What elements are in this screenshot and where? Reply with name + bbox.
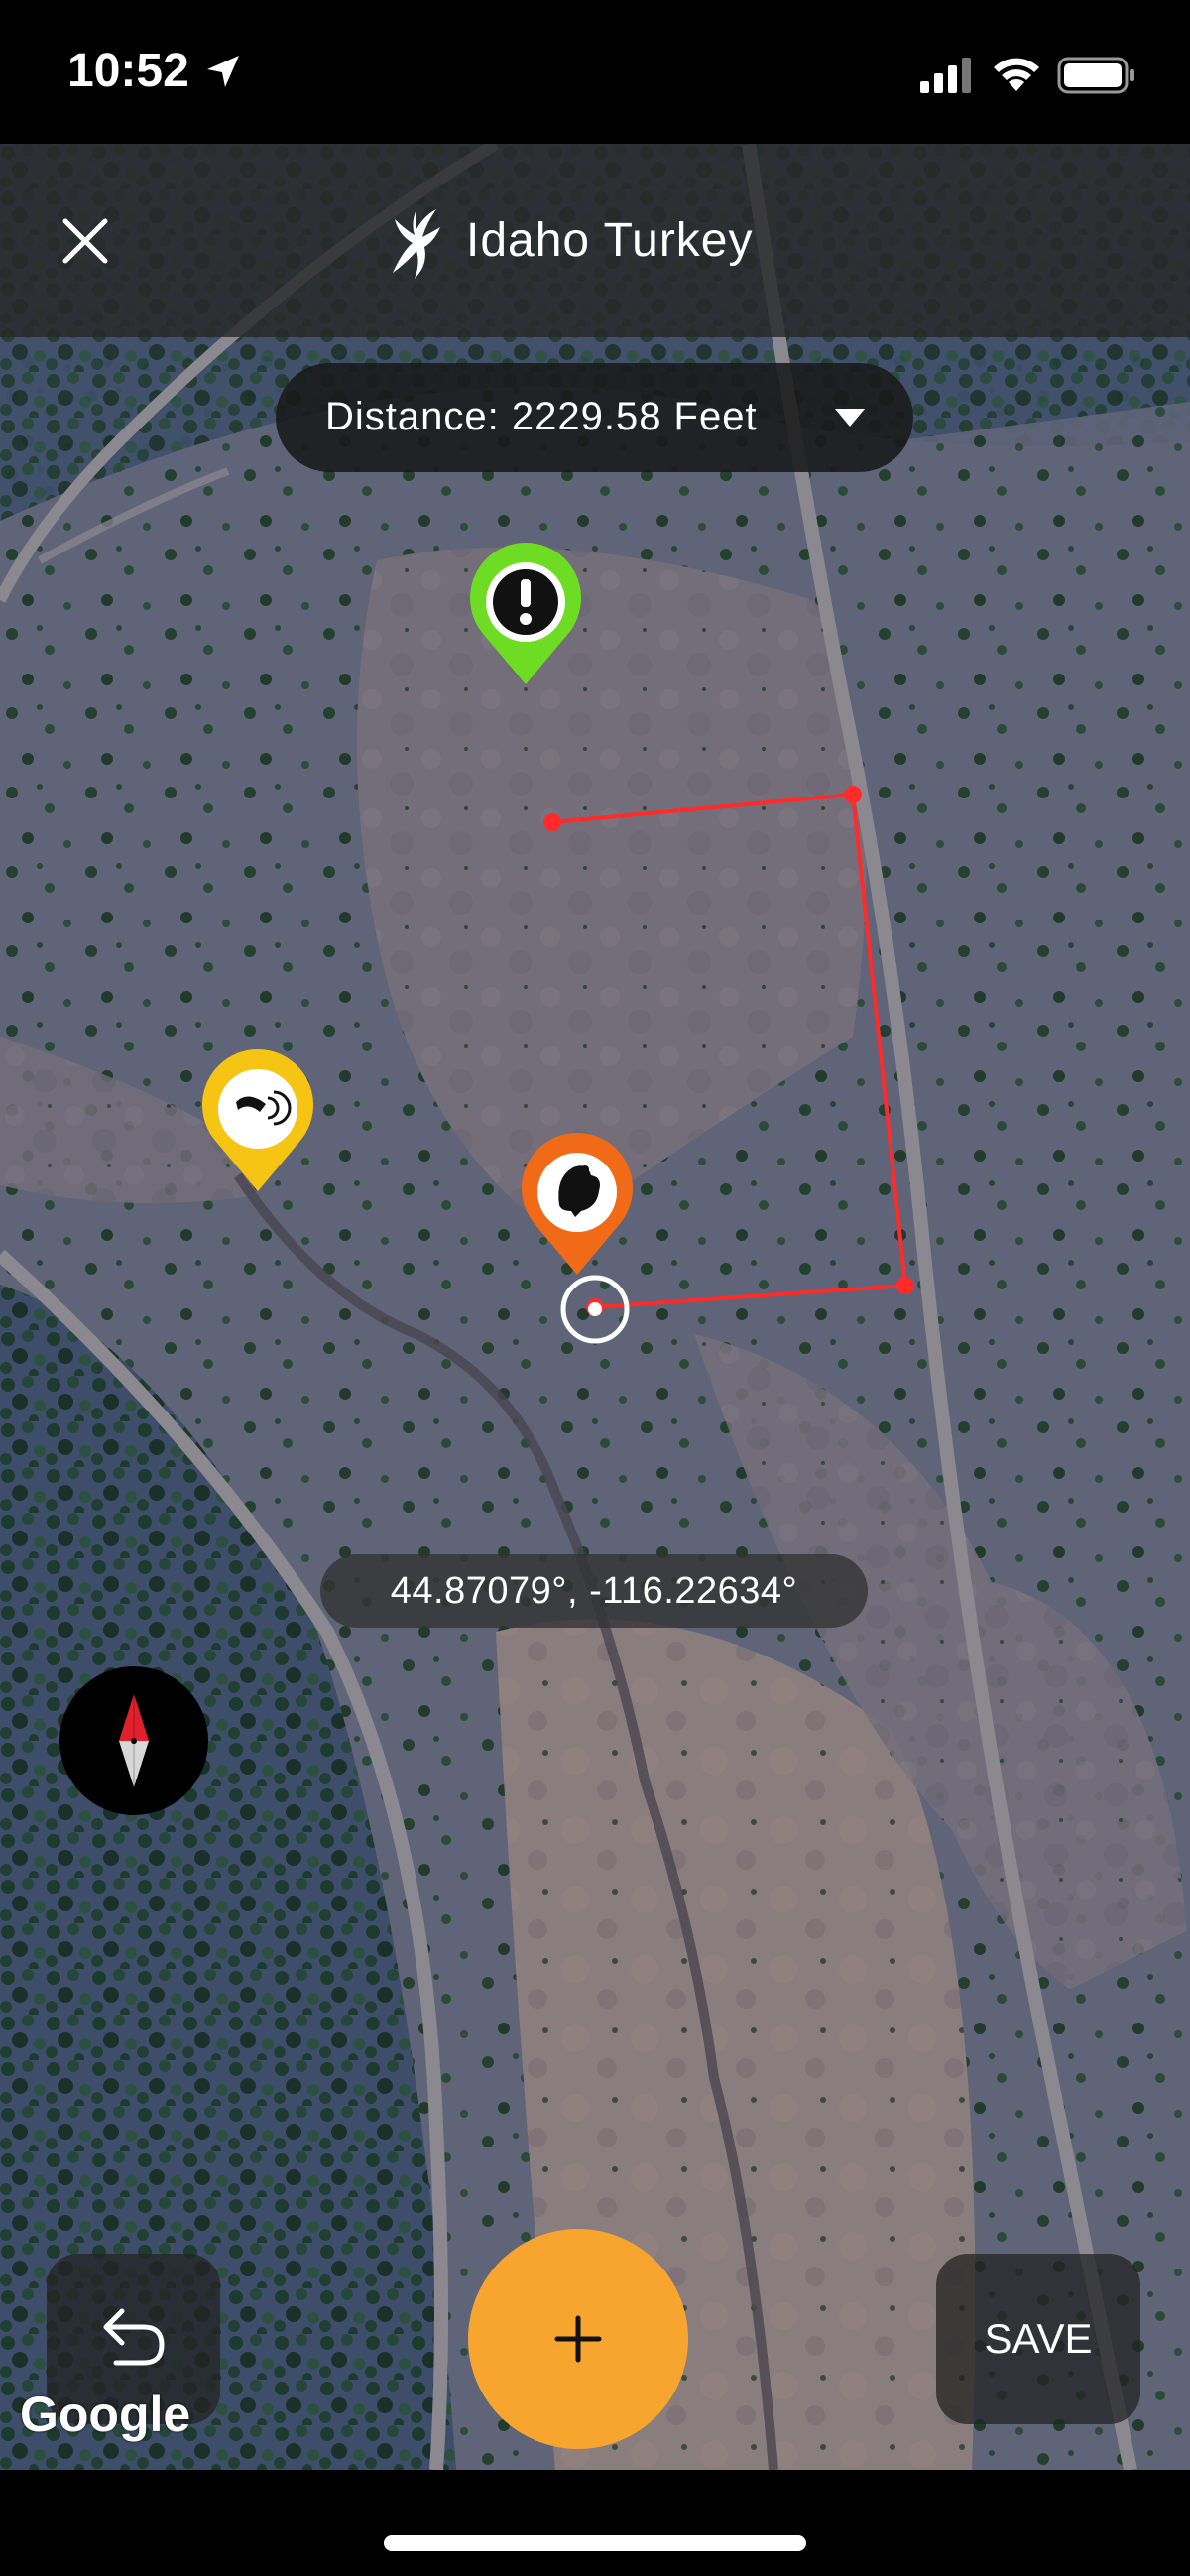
distance-label: Distance: 2229.58 Feet bbox=[325, 395, 758, 438]
compass-button[interactable] bbox=[60, 1666, 208, 1815]
chevron-down-icon bbox=[835, 409, 865, 427]
google-attribution: Google bbox=[20, 2387, 191, 2442]
location-arrow-icon bbox=[207, 56, 239, 87]
satellite-map[interactable] bbox=[0, 144, 1190, 2470]
status-time: 10:52 bbox=[67, 45, 189, 97]
close-button[interactable] bbox=[50, 205, 121, 277]
compass-icon bbox=[119, 1694, 149, 1787]
save-button[interactable]: SAVE bbox=[936, 2254, 1140, 2424]
bottom-bar bbox=[0, 2470, 1190, 2576]
status-bar: 10:52 bbox=[0, 0, 1190, 144]
undo-icon bbox=[103, 2308, 165, 2366]
brand-icon bbox=[393, 209, 440, 279]
signal-icon bbox=[920, 58, 971, 93]
coordinate-readout: 44.87079°, -116.22634° bbox=[320, 1554, 868, 1628]
add-button[interactable] bbox=[468, 2229, 688, 2449]
app-header: Idaho Turkey bbox=[0, 144, 1190, 337]
save-label: SAVE bbox=[984, 2315, 1093, 2362]
distance-selector[interactable]: Distance: 2229.58 Feet bbox=[276, 363, 913, 472]
plus-icon bbox=[554, 2315, 602, 2363]
map-imagery bbox=[0, 144, 1190, 2470]
header-title: Idaho Turkey bbox=[466, 214, 754, 267]
coordinate-text: 44.87079°, -116.22634° bbox=[390, 1570, 798, 1612]
close-icon bbox=[62, 218, 108, 264]
wifi-icon bbox=[994, 58, 1039, 91]
battery-icon bbox=[1057, 57, 1134, 94]
home-indicator[interactable] bbox=[384, 2535, 806, 2551]
exclamation-icon bbox=[520, 579, 532, 625]
